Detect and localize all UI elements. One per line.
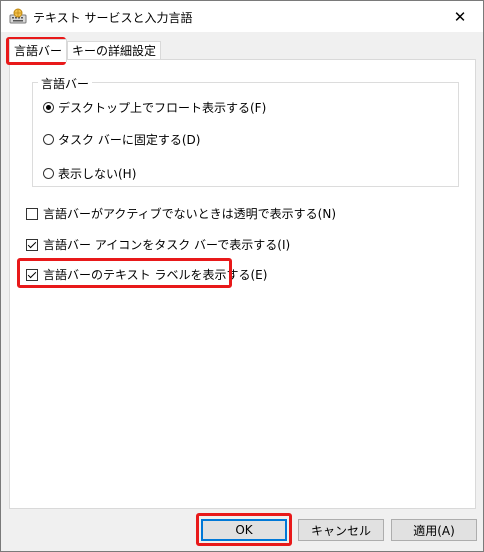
- radio-button[interactable]: [43, 102, 54, 113]
- keyboard-globe-icon: [9, 8, 27, 24]
- title-bar[interactable]: テキスト サービスと入力言語 ✕: [1, 1, 483, 32]
- checkbox-label: 言語バー アイコンをタスク バーで表示する(I): [43, 238, 291, 252]
- window-title: テキスト サービスと入力言語: [33, 11, 193, 25]
- radio-label: タスク バーに固定する(D): [58, 133, 201, 147]
- groupbox-legend: 言語バー: [38, 75, 93, 92]
- checkbox-label: 言語バーがアクティブでないときは透明で表示する(N): [43, 207, 337, 221]
- checkbox-transparent-when-inactive[interactable]: 言語バーがアクティブでないときは透明で表示する(N): [26, 205, 336, 222]
- radio-dock-in-taskbar[interactable]: タスク バーに固定する(D): [43, 131, 200, 148]
- tab-panel: 言語バー デスクトップ上でフロート表示する(F) タスク バーに固定する(D) …: [9, 59, 476, 509]
- radio-label: 表示しない(H): [58, 167, 137, 181]
- radio-hidden[interactable]: 表示しない(H): [43, 165, 136, 182]
- checkbox-show-icon-in-taskbar[interactable]: 言語バー アイコンをタスク バーで表示する(I): [26, 236, 290, 253]
- language-bar-groupbox: 言語バー デスクトップ上でフロート表示する(F) タスク バーに固定する(D) …: [32, 75, 459, 187]
- tab-language-bar[interactable]: 言語バー: [9, 39, 68, 62]
- checkbox[interactable]: [26, 268, 38, 281]
- checkbox[interactable]: [26, 207, 38, 220]
- checkbox[interactable]: [26, 238, 38, 251]
- apply-button[interactable]: 適用(A): [391, 519, 477, 541]
- checkbox-show-text-labels[interactable]: 言語バーのテキスト ラベルを表示する(E): [26, 266, 267, 283]
- cancel-button[interactable]: キャンセル: [298, 519, 384, 541]
- close-button[interactable]: ✕: [437, 1, 483, 32]
- radio-label: デスクトップ上でフロート表示する(F): [58, 101, 267, 115]
- radio-float-on-desktop[interactable]: デスクトップ上でフロート表示する(F): [43, 99, 266, 116]
- ok-button[interactable]: OK: [201, 519, 287, 541]
- checkbox-label: 言語バーのテキスト ラベルを表示する(E): [43, 268, 268, 282]
- dialog-window: テキスト サービスと入力言語 ✕ 言語バー キーの詳細設定 言語バー デスクトッ…: [0, 0, 484, 552]
- close-icon: ✕: [453, 7, 467, 26]
- tab-advanced-key-settings[interactable]: キーの詳細設定: [67, 41, 162, 61]
- radio-button[interactable]: [43, 168, 54, 179]
- radio-button[interactable]: [43, 134, 54, 145]
- tab-strip: 言語バー キーの詳細設定: [1, 32, 483, 62]
